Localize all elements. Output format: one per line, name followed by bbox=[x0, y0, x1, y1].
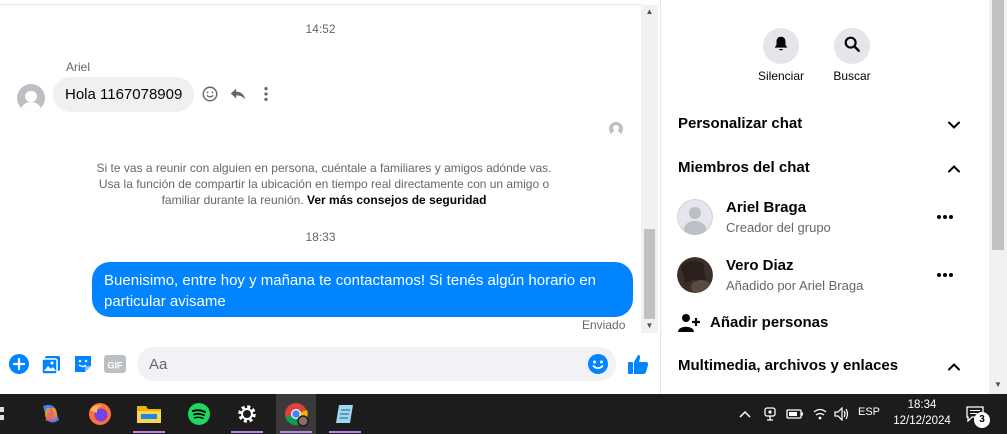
media-files-label: Multimedia, archivos y enlaces bbox=[678, 357, 899, 374]
taskbar-clock[interactable]: 18:34 12/12/2024 bbox=[886, 397, 958, 429]
media-files-row[interactable]: Multimedia, archivos y enlaces bbox=[678, 357, 962, 377]
sender-avatar[interactable] bbox=[17, 84, 45, 112]
composer: GIF bbox=[0, 344, 659, 384]
member-avatar bbox=[677, 257, 713, 293]
safety-notice: Si te vas a reunir con alguien en person… bbox=[96, 160, 552, 208]
volume-icon[interactable] bbox=[832, 394, 852, 434]
mute-label[interactable]: Silenciar bbox=[746, 69, 816, 83]
timestamp: 14:52 bbox=[305, 22, 336, 36]
chevron-up-icon bbox=[946, 161, 962, 177]
member-avatar bbox=[677, 199, 713, 235]
more-options-icon[interactable] bbox=[935, 207, 955, 227]
chat-header-edge bbox=[0, 0, 641, 5]
member-name: Vero Diaz bbox=[726, 257, 794, 274]
messenger-window: 14:52 Ariel Hola 1167078909 Si te vas a … bbox=[0, 0, 1007, 394]
input-language[interactable]: ESP bbox=[858, 406, 880, 418]
add-people-label: Añadir personas bbox=[710, 314, 829, 331]
message-actions bbox=[200, 84, 276, 104]
search-icon bbox=[843, 35, 861, 58]
svg-text:GIF: GIF bbox=[108, 361, 124, 371]
more-options-icon[interactable] bbox=[935, 265, 955, 285]
sticker-icon[interactable] bbox=[71, 352, 95, 376]
page-scroll-thumb[interactable] bbox=[992, 0, 1004, 250]
chat-members-row[interactable]: Miembros del chat bbox=[678, 159, 962, 179]
clock-time: 18:34 bbox=[907, 399, 937, 411]
member-name: Ariel Braga bbox=[726, 199, 807, 216]
seen-avatar bbox=[609, 122, 623, 136]
taskbar: ESP 18:34 12/12/2024 3 bbox=[0, 394, 1007, 434]
chat-info-panel: Silenciar Buscar Personalizar chat Miemb… bbox=[660, 0, 973, 394]
member-item[interactable]: Vero Diaz Añadido por Ariel Braga bbox=[677, 253, 961, 297]
incoming-message-bubble[interactable]: Hola 1167078909 bbox=[53, 77, 195, 112]
chevron-down-icon bbox=[946, 117, 962, 133]
sent-status: Enviado bbox=[582, 318, 626, 332]
notification-count-badge: 3 bbox=[974, 412, 990, 428]
clock-date: 12/12/2024 bbox=[893, 415, 951, 427]
member-item[interactable]: Ariel Braga Creador del grupo bbox=[677, 195, 961, 239]
message-input-box[interactable] bbox=[137, 347, 616, 381]
react-emoji-icon[interactable] bbox=[200, 84, 220, 104]
emoji-icon[interactable] bbox=[586, 352, 610, 376]
chevron-up-icon[interactable] bbox=[736, 394, 754, 434]
more-options-icon[interactable] bbox=[256, 84, 276, 104]
copilot-icon[interactable] bbox=[31, 394, 71, 434]
scroll-up-icon[interactable]: ▲ bbox=[641, 5, 658, 19]
chevron-up-icon bbox=[946, 359, 962, 375]
notepad-icon[interactable] bbox=[325, 394, 365, 434]
bell-icon bbox=[772, 35, 790, 58]
timestamp: 18:33 bbox=[305, 230, 336, 244]
sender-name: Ariel bbox=[66, 60, 91, 74]
chat-pane: 14:52 Ariel Hola 1167078909 Si te vas a … bbox=[0, 0, 659, 394]
plus-circle-icon[interactable] bbox=[7, 352, 31, 376]
task-view-icon[interactable] bbox=[0, 394, 26, 434]
customize-chat-row[interactable]: Personalizar chat bbox=[678, 115, 962, 135]
firefox-icon[interactable] bbox=[80, 394, 120, 434]
message-input[interactable] bbox=[137, 347, 567, 381]
mute-button[interactable] bbox=[763, 28, 799, 64]
battery-icon[interactable] bbox=[785, 394, 805, 434]
scroll-down-icon[interactable]: ▼ bbox=[641, 319, 658, 333]
add-person-icon bbox=[678, 314, 700, 338]
page-scrollbar[interactable]: ▼ bbox=[973, 0, 1007, 394]
spotify-icon[interactable] bbox=[179, 394, 219, 434]
safety-tips-link[interactable]: Ver más consejos de seguridad bbox=[307, 193, 486, 207]
image-icon[interactable] bbox=[39, 352, 63, 376]
chrome-icon[interactable] bbox=[276, 394, 316, 434]
camera-privacy-icon[interactable] bbox=[761, 394, 779, 434]
wifi-icon[interactable] bbox=[810, 394, 830, 434]
chat-scrollbar[interactable]: ▲ ▼ bbox=[641, 5, 658, 333]
gif-icon[interactable]: GIF bbox=[103, 352, 127, 376]
reply-icon[interactable] bbox=[228, 84, 248, 104]
chat-members-label: Miembros del chat bbox=[678, 159, 810, 176]
add-people-button[interactable]: Añadir personas bbox=[678, 312, 828, 334]
search-button[interactable] bbox=[834, 28, 870, 64]
member-role: Añadido por Ariel Braga bbox=[726, 278, 864, 293]
chat-scroll-thumb[interactable] bbox=[644, 229, 655, 319]
search-label[interactable]: Buscar bbox=[817, 69, 887, 83]
customize-chat-label: Personalizar chat bbox=[678, 115, 803, 132]
like-icon[interactable] bbox=[626, 352, 650, 376]
settings-icon[interactable] bbox=[227, 394, 267, 434]
member-role: Creador del grupo bbox=[726, 220, 831, 235]
scroll-down-icon[interactable]: ▼ bbox=[989, 380, 1007, 392]
outgoing-message-bubble[interactable]: Buenisimo, entre hoy y mañana te contact… bbox=[92, 262, 633, 317]
file-explorer-icon[interactable] bbox=[129, 394, 169, 434]
